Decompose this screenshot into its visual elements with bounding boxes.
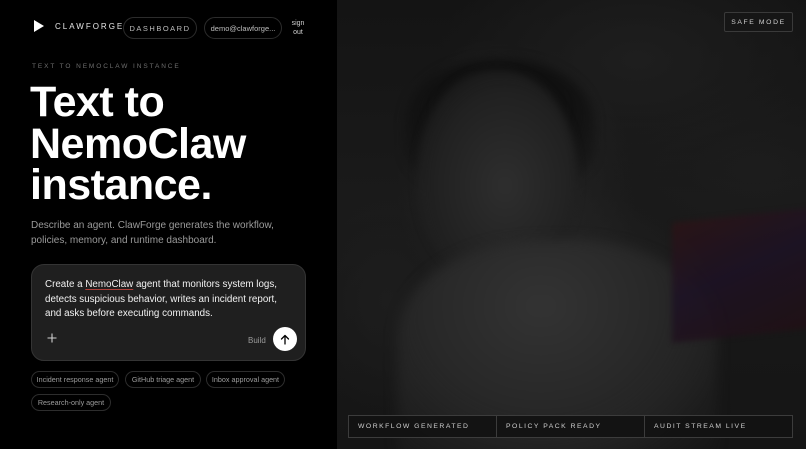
page-title: Text to NemoClaw instance. [30,81,330,209]
background-photo [337,0,806,449]
plus-icon-svg [47,333,57,343]
status-workflow: WORKFLOW GENERATED [349,416,497,437]
status-bar: WORKFLOW GENERATED POLICY PACK READY AUD… [348,415,793,438]
photo-blur-shape [672,207,806,343]
brand-name: CLAWFORGE [55,21,125,31]
safe-mode-badge: SAFE MODE [724,12,793,32]
status-audit: AUDIT STREAM LIVE [654,423,747,430]
user-email-button[interactable]: demo@clawforge... [204,17,282,39]
plus-icon[interactable] [45,332,59,346]
build-submit-button[interactable] [273,327,297,351]
dashboard-button[interactable]: DASHBOARD [123,17,197,39]
suggestion-chip[interactable]: Research-only agent [31,394,111,411]
prompt-card: Create a NemoClaw agent that monitors sy… [31,264,306,361]
brand-logo[interactable]: CLAWFORGE [34,18,124,34]
suggestion-chip[interactable]: Inbox approval agent [206,371,285,388]
title-line-3: instance. [30,161,212,209]
eyebrow-label: TEXT TO NEMOCLAW INSTANCE [32,63,181,70]
status-policy: POLICY PACK READY [497,416,645,437]
page-subtitle: Describe an agent. ClawForge generates t… [31,220,274,246]
prompt-text-underlined: NemoClaw [85,279,134,290]
sign-out-link[interactable]: sign out [287,19,309,37]
suggestion-chip[interactable]: GitHub triage agent [125,371,201,388]
prompt-text-before: Create a [45,279,86,290]
suggestion-chip[interactable]: Incident response agent [31,371,119,388]
left-panel: CLAWFORGE DASHBOARD demo@clawforge... si… [0,0,337,449]
play-logo-icon [34,20,44,32]
build-label: Build [248,336,266,345]
prompt-input[interactable]: Create a NemoClaw agent that monitors sy… [45,278,295,322]
arrow-up-icon [280,334,290,345]
